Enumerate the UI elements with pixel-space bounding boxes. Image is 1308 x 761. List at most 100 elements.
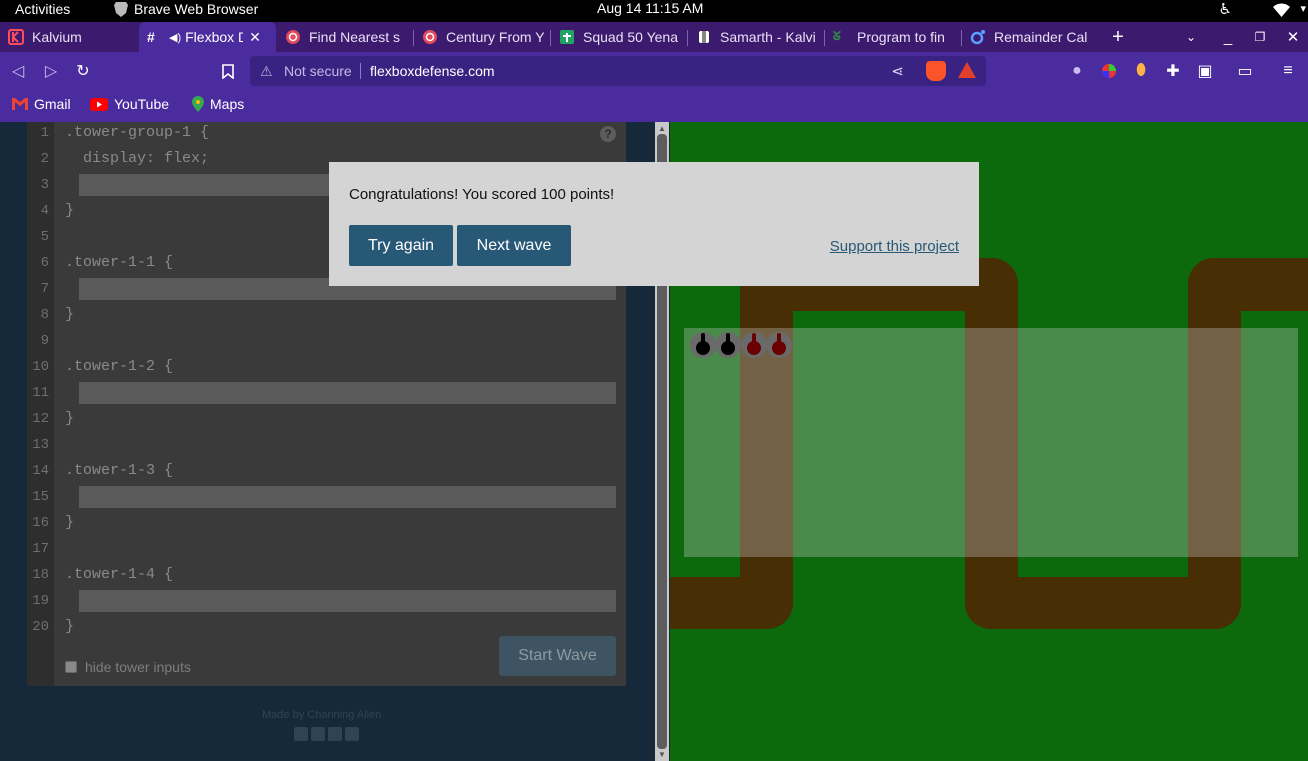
try-again-button[interactable]: Try again xyxy=(349,225,453,266)
line-number: 18 xyxy=(32,567,49,583)
sidebar-icon[interactable]: ▣ xyxy=(1195,61,1215,81)
line-number: 2 xyxy=(40,151,49,167)
code-line: } xyxy=(65,410,75,427)
kalvium-icon xyxy=(8,29,24,45)
tab-label: Flexbox D xyxy=(185,29,244,45)
bookmark-gmail[interactable]: Gmail xyxy=(12,96,71,112)
openai-icon xyxy=(422,29,438,45)
accessibility-icon[interactable]: ♿ xyxy=(1219,0,1232,18)
bookmark-label: Maps xyxy=(210,96,245,112)
close-tab-icon[interactable]: ✕ xyxy=(249,29,261,46)
speaker-icon[interactable]: ◀) xyxy=(169,31,181,44)
menu-icon[interactable]: ≡ xyxy=(1278,61,1298,81)
extension-icon[interactable]: ● xyxy=(1067,61,1087,81)
minimize-button[interactable]: _ xyxy=(1213,22,1243,52)
openai-icon xyxy=(285,29,301,45)
address-bar[interactable]: ⚠ Not secure flexboxdefense.com ⋖ xyxy=(250,56,986,86)
code-line: .tower-1-2 { xyxy=(65,358,174,375)
tab-label: Samarth - Kalvi xyxy=(720,29,816,45)
color-extension-icon[interactable] xyxy=(1099,61,1119,81)
sheets-icon xyxy=(559,29,575,45)
result-modal: Congratulations! You scored 100 points! … xyxy=(329,162,979,286)
tab-search-chevron-icon[interactable]: ⌄ xyxy=(1176,22,1206,52)
css-input-field[interactable] xyxy=(79,590,616,612)
tower-1-3[interactable] xyxy=(741,332,767,358)
back-button[interactable]: ◁ xyxy=(8,61,28,81)
line-number: 15 xyxy=(32,489,49,505)
tab-find-nearest[interactable]: Find Nearest s xyxy=(277,22,413,52)
tower-group-zone xyxy=(684,328,1298,557)
clock[interactable]: Aug 14 11:15 AM xyxy=(597,0,703,16)
facebook-icon[interactable] xyxy=(294,727,308,741)
forward-button[interactable]: ▷ xyxy=(41,61,61,81)
wallet-icon[interactable]: ▭ xyxy=(1235,61,1255,81)
brave-shields-icon[interactable] xyxy=(926,61,946,81)
scroll-down-icon[interactable]: ▼ xyxy=(658,750,666,759)
social-links xyxy=(294,727,359,741)
app-menu[interactable]: Brave Web Browser xyxy=(114,1,258,17)
bookmark-maps[interactable]: Maps xyxy=(192,96,244,112)
start-wave-button[interactable]: Start Wave xyxy=(499,636,616,676)
tab-samarth-kalvium[interactable]: Samarth - Kalvi xyxy=(688,22,824,52)
code-line: .tower-1-4 { xyxy=(65,566,174,583)
tab-squad-sheet[interactable]: Squad 50 Yena xyxy=(551,22,687,52)
bookmark-label: YouTube xyxy=(114,96,170,112)
tab-kalvium[interactable]: Kalvium xyxy=(0,22,138,52)
app-name: Brave Web Browser xyxy=(134,1,259,17)
tower-core xyxy=(721,341,735,355)
tab-century-from[interactable]: Century From Y xyxy=(414,22,550,52)
warning-icon[interactable]: ⚠ xyxy=(260,63,273,80)
css-input-field[interactable] xyxy=(79,382,616,404)
gfg-icon: ᘜ xyxy=(833,29,841,43)
tab-flexbox-defense[interactable]: # ◀) Flexbox D ✕ xyxy=(139,22,276,52)
css-input-field[interactable] xyxy=(79,486,616,508)
url-separator xyxy=(360,63,361,79)
line-number: 20 xyxy=(32,619,49,635)
line-number: 17 xyxy=(32,541,49,557)
tab-label: Century From Y xyxy=(446,29,545,45)
linkedin-icon[interactable] xyxy=(328,727,342,741)
extensions-puzzle-icon[interactable]: ✚ xyxy=(1163,61,1183,81)
bookmark-icon[interactable] xyxy=(218,61,238,81)
share-icon[interactable]: ⋖ xyxy=(891,62,904,80)
tower-1-2[interactable] xyxy=(715,332,741,358)
restore-button[interactable]: ❐ xyxy=(1245,22,1275,52)
line-number: 11 xyxy=(32,385,49,401)
tower-core xyxy=(747,341,761,355)
code-line: display: flex; xyxy=(65,150,210,167)
security-label[interactable]: Not secure xyxy=(284,63,352,79)
bookmark-label: Gmail xyxy=(34,96,71,112)
next-wave-button[interactable]: Next wave xyxy=(457,225,571,266)
tower-core xyxy=(772,341,786,355)
new-tab-button[interactable]: + xyxy=(1103,22,1133,52)
line-number: 4 xyxy=(40,203,49,219)
enemy-path-segment xyxy=(1188,258,1308,311)
tower-1-4[interactable] xyxy=(766,332,792,358)
activities-button[interactable]: Activities xyxy=(15,1,70,17)
support-project-link[interactable]: Support this project xyxy=(830,238,959,255)
url-text[interactable]: flexboxdefense.com xyxy=(370,63,495,79)
line-number: 9 xyxy=(40,333,49,349)
bookmark-youtube[interactable]: YouTube xyxy=(90,96,169,112)
bookmarks-bar: Gmail YouTube Maps xyxy=(0,90,1308,122)
close-window-button[interactable]: ✕ xyxy=(1278,22,1308,52)
line-number: 13 xyxy=(32,437,49,453)
scroll-up-icon[interactable]: ▲ xyxy=(658,124,666,133)
wifi-icon[interactable] xyxy=(1273,3,1290,17)
enemy-path-segment xyxy=(670,577,793,629)
youtube-icon xyxy=(90,97,108,111)
github-icon[interactable] xyxy=(345,727,359,741)
twitter-icon[interactable] xyxy=(311,727,325,741)
pill-extension-icon[interactable]: ⬮ xyxy=(1131,61,1151,81)
menu-arrow-icon[interactable]: ▾ xyxy=(1300,2,1306,15)
tab-program-to-find[interactable]: ᘜ Program to fin xyxy=(825,22,961,52)
help-icon[interactable]: ? xyxy=(600,126,616,142)
reload-button[interactable]: ↻ xyxy=(73,61,93,81)
tab-label: Squad 50 Yena xyxy=(583,29,678,45)
line-number: 16 xyxy=(32,515,49,531)
hide-tower-inputs-checkbox[interactable] xyxy=(65,661,77,673)
tab-remainder-calc[interactable]: Remainder Cal xyxy=(962,22,1098,52)
brave-rewards-icon[interactable] xyxy=(958,62,976,78)
tower-1-1[interactable] xyxy=(690,332,716,358)
credit-text: Made by Channing Allen xyxy=(262,709,382,721)
